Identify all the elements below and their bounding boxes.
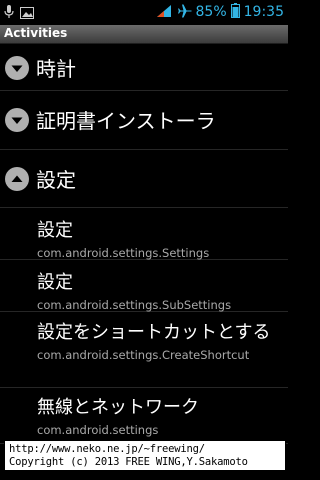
- list-item[interactable]: 無線とネットワーク com.android.settings: [0, 388, 288, 444]
- signal-icon: [156, 3, 172, 22]
- expand-icon: [5, 108, 29, 132]
- credit-overlay: http://www.neko.ne.jp/~freewing/ Copyrig…: [4, 440, 286, 471]
- list-item[interactable]: 設定 com.android.settings.Settings: [0, 208, 288, 260]
- credit-copyright: Copyright (c) 2013 FREE WING,Y.Sakamoto: [9, 456, 248, 468]
- item-title: 無線とネットワーク: [37, 397, 199, 418]
- battery-percent: 85%: [195, 4, 227, 20]
- status-bar: 85% 19:35: [0, 0, 288, 25]
- battery-icon: [230, 2, 240, 22]
- item-subtitle: com.android.settings: [37, 423, 159, 437]
- item-subtitle: com.android.settings.Settings: [37, 246, 210, 260]
- group-row-clock[interactable]: 時計: [0, 45, 288, 91]
- group-label: 証明書インストーラ: [36, 108, 216, 133]
- activities-list: 時計 証明書インストーラ 設定 設定 com.android.settings.…: [0, 45, 288, 444]
- mic-icon: [4, 4, 14, 23]
- image-icon: [20, 4, 34, 23]
- item-subtitle: com.android.settings.CreateShortcut: [37, 348, 250, 362]
- item-title: 設定: [37, 272, 73, 293]
- title-bar: Activities: [0, 25, 288, 44]
- credit-url: http://www.neko.ne.jp/~freewing/: [9, 443, 205, 455]
- group-row-settings[interactable]: 設定: [0, 150, 288, 208]
- group-row-cert-installer[interactable]: 証明書インストーラ: [0, 91, 288, 150]
- page-title: Activities: [4, 26, 68, 40]
- list-item[interactable]: 設定をショートカットとする com.android.settings.Creat…: [0, 312, 288, 388]
- expand-icon: [5, 55, 29, 80]
- item-title: 設定: [37, 220, 73, 241]
- clock: 19:35: [243, 4, 284, 20]
- group-label: 設定: [36, 167, 76, 192]
- item-subtitle: com.android.settings.SubSettings: [37, 298, 232, 312]
- status-left-icons: [4, 4, 34, 23]
- airplane-icon: [176, 3, 192, 22]
- item-title: 設定をショートカットとする: [37, 322, 271, 343]
- status-right: 85% 19:35: [156, 2, 284, 22]
- list-item[interactable]: 設定 com.android.settings.SubSettings: [0, 260, 288, 312]
- collapse-icon: [5, 166, 29, 191]
- group-label: 時計: [36, 56, 76, 81]
